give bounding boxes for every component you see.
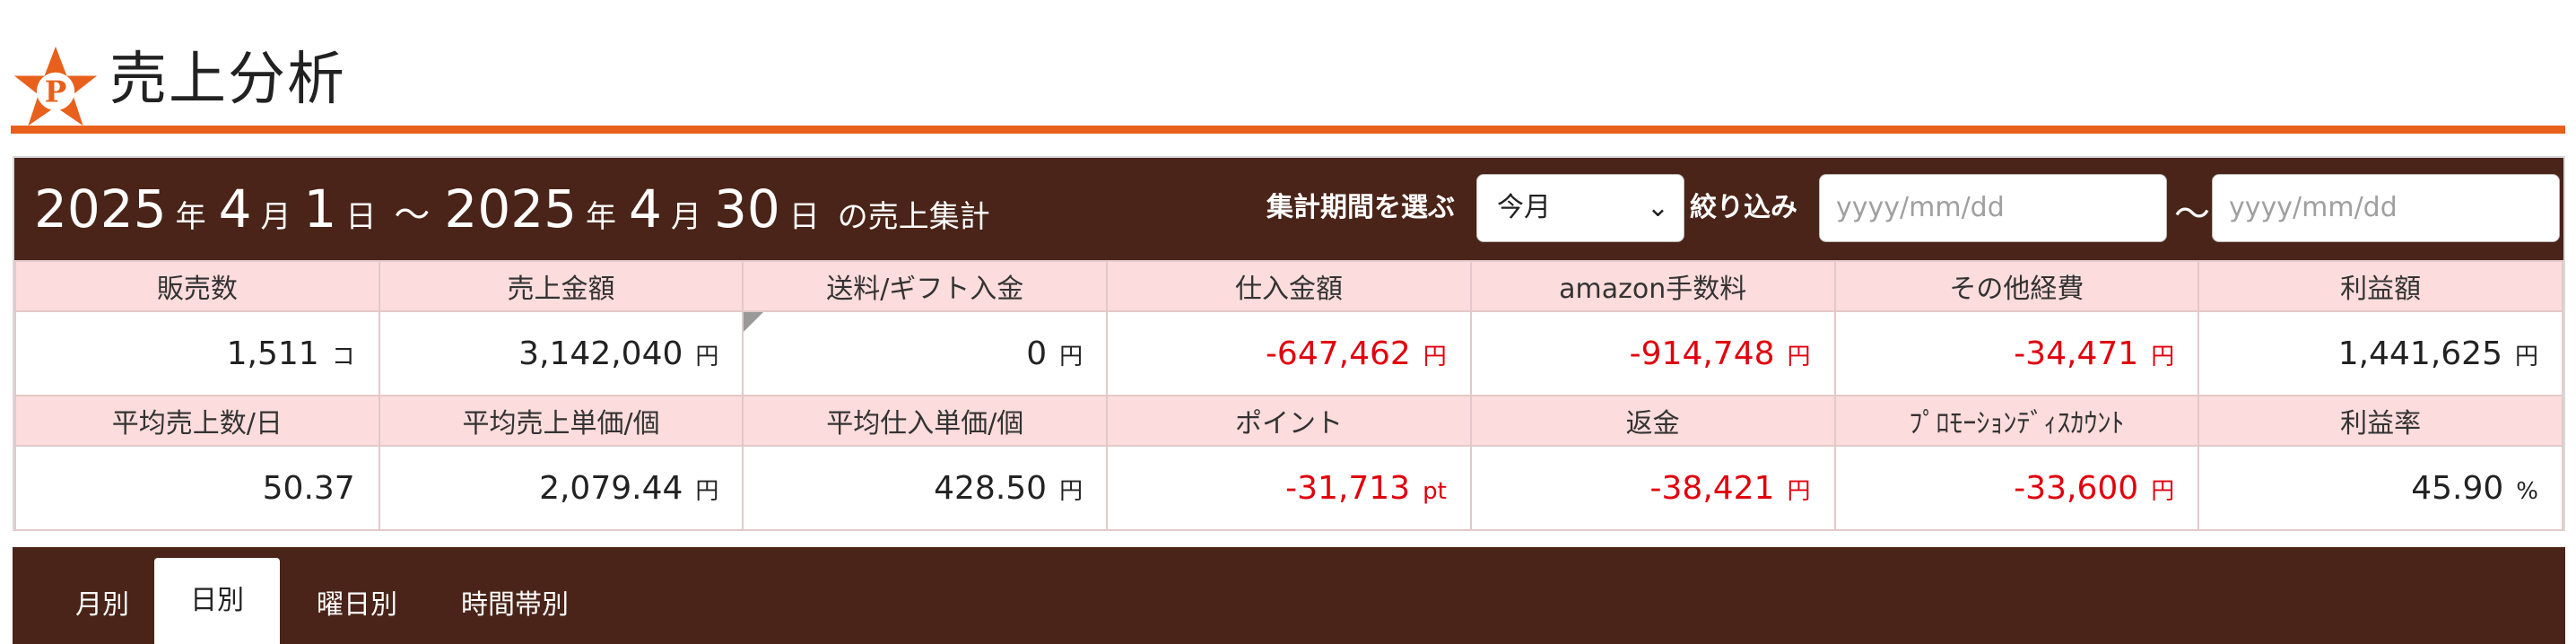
start-year: 2025 — [34, 178, 167, 239]
stats-value-row: 50.37 2,079.44 円 428.50 円 -31,713 pt -38,42… — [14, 445, 2563, 531]
value-profit: 1,441,625 円 — [2197, 310, 2563, 396]
value-text: 50.37 — [262, 469, 355, 507]
page-header: P 売上分析 — [0, 0, 2576, 135]
value-sales-amount: 3,142,040 円 — [378, 310, 744, 396]
value-avg-unit-price: 2,079.44 円 — [378, 445, 744, 531]
range-separator: ～ — [394, 195, 431, 236]
header-avg-unit-price: 平均売上単価/個 — [378, 395, 744, 447]
filter-label: 絞り込み — [1690, 192, 1797, 223]
value-text: 1,441,625 — [2337, 335, 2502, 372]
value-shipping-gift: 0円 — [742, 310, 1109, 396]
unit-text: 円 — [1423, 343, 1447, 370]
stats-table: 販売数 売上金額 送料/ギフト入金 仕入金額 amazon手数料 その他経費 利… — [14, 260, 2563, 531]
value-text: 428.50 — [934, 469, 1048, 507]
value-other-expenses: -34,471 円 — [1833, 310, 2200, 396]
chevron-down-icon: ⌄ — [1646, 192, 1669, 223]
end-day: 30 — [713, 178, 780, 239]
value-text: 0 — [1026, 335, 1048, 372]
value-avg-daily-sales: 50.37 — [14, 445, 380, 531]
value-points: -31,713 pt — [1106, 445, 1472, 531]
stats-header-row: 販売数 売上金額 送料/ギフト入金 仕入金額 amazon手数料 その他経費 利… — [14, 260, 2563, 312]
value-text: -31,713 — [1285, 469, 1411, 507]
sales-summary-panel: 2025 年 4 月 1 日 ～ 2025 年 4 月 30 日 の売上集計 集… — [13, 156, 2565, 531]
date-from-placeholder: yyyy/mm/dd — [1836, 192, 2005, 223]
end-month: 4 — [629, 178, 662, 239]
header-points: ポイント — [1106, 395, 1472, 447]
unit-text: 円 — [1787, 343, 1811, 370]
star-p-logo-icon: P — [13, 46, 98, 126]
header-promotion-discount: ﾌﾟﾛﾓｰｼｮﾝﾃﾞｨｽｶｳﾝﾄ — [1833, 395, 2200, 447]
unit-text: 円 — [1059, 477, 1083, 505]
year-unit: 年 — [175, 199, 206, 235]
unit-text: 円 — [2151, 477, 2175, 505]
unit-text: % — [2516, 477, 2538, 505]
header-avg-purchase-price: 平均仕入単価/個 — [742, 395, 1109, 447]
end-year: 2025 — [444, 178, 578, 239]
date-range-heading: 2025 年 4 月 1 日 ～ 2025 年 4 月 30 日 の売上集計 — [34, 174, 990, 244]
tab-daily[interactable]: 日別 — [154, 558, 280, 644]
value-refunds: -38,421 円 — [1469, 445, 1836, 531]
header-purchase-amount: 仕入金額 — [1106, 260, 1472, 312]
value-text: -38,421 — [1649, 469, 1775, 507]
stats-value-row: 1,511 コ 3,142,040 円 0円 -647,462 円 -914,748 円… — [14, 310, 2563, 396]
filter-range-separator: ～ — [2174, 194, 2210, 235]
start-day: 1 — [303, 178, 337, 239]
unit-text: pt — [1423, 477, 1447, 505]
header-amazon-fee: amazon手数料 — [1469, 260, 1836, 312]
unit-text: 円 — [1059, 343, 1083, 370]
value-profit-rate: 45.90% — [2197, 445, 2563, 531]
unit-text: 円 — [2514, 343, 2538, 370]
value-text: -914,748 — [1629, 335, 1775, 372]
month-unit: 月 — [260, 199, 292, 235]
date-from-input[interactable]: yyyy/mm/dd — [1819, 174, 2167, 242]
value-text: -34,471 — [2014, 335, 2139, 372]
title-divider — [11, 126, 2565, 134]
header-sales-amount: 売上金額 — [378, 260, 744, 312]
value-sales-count: 1,511 コ — [14, 310, 380, 396]
value-text: 2,079.44 — [539, 469, 683, 507]
day-unit: 日 — [345, 199, 377, 235]
summary-toolbar: 2025 年 4 月 1 日 ～ 2025 年 4 月 30 日 の売上集計 集… — [14, 158, 2563, 260]
period-label: 集計期間を選ぶ — [1266, 192, 1455, 223]
value-purchase-amount: -647,462 円 — [1106, 310, 1472, 396]
period-select[interactable]: 今月 ⌄ — [1476, 174, 1684, 242]
start-month: 4 — [218, 178, 252, 239]
period-select-value: 今月 — [1497, 192, 1551, 223]
value-text: 3,142,040 — [518, 335, 683, 372]
value-text: 1,511 — [226, 335, 319, 372]
unit-text: 円 — [695, 477, 719, 505]
unit-text: コ — [331, 343, 355, 370]
month-unit: 月 — [670, 199, 701, 235]
value-text: 45.90 — [2411, 469, 2504, 507]
stats-header-row: 平均売上数/日 平均売上単価/個 平均仕入単価/個 ポイント 返金 ﾌﾟﾛﾓｰｼ… — [14, 395, 2563, 447]
day-unit: 日 — [788, 199, 820, 235]
date-to-placeholder: yyyy/mm/dd — [2229, 192, 2398, 223]
unit-text: 円 — [2151, 343, 2175, 370]
value-amazon-fee: -914,748 円 — [1469, 310, 1836, 396]
date-to-input[interactable]: yyyy/mm/dd — [2212, 174, 2560, 242]
header-other-expenses: その他経費 — [1833, 260, 2200, 312]
page-title: 売上分析 — [109, 47, 346, 113]
tab-monthly[interactable]: 月別 — [48, 574, 156, 644]
header-sales-count: 販売数 — [14, 260, 380, 312]
date-range-suffix: の売上集計 — [837, 199, 990, 235]
value-avg-purchase-price: 428.50 円 — [742, 445, 1109, 531]
year-unit: 年 — [586, 199, 617, 235]
header-avg-daily-sales: 平均売上数/日 — [14, 395, 380, 447]
tab-hourly[interactable]: 時間帯別 — [434, 574, 596, 644]
analysis-tabs: 月別 日別 曜日別 時間帯別 — [13, 547, 2565, 644]
unit-text: 円 — [695, 343, 719, 370]
unit-text: 円 — [1787, 477, 1811, 505]
header-refunds: 返金 — [1469, 395, 1836, 447]
tab-weekday[interactable]: 曜日別 — [294, 574, 420, 644]
header-profit: 利益額 — [2197, 260, 2563, 312]
value-text: -33,600 — [2014, 469, 2139, 507]
header-profit-rate: 利益率 — [2197, 395, 2563, 447]
value-promotion-discount: -33,600 円 — [1833, 445, 2200, 531]
value-text: -647,462 — [1265, 335, 1411, 372]
header-shipping-gift: 送料/ギフト入金 — [742, 260, 1109, 312]
svg-text:P: P — [45, 74, 67, 109]
